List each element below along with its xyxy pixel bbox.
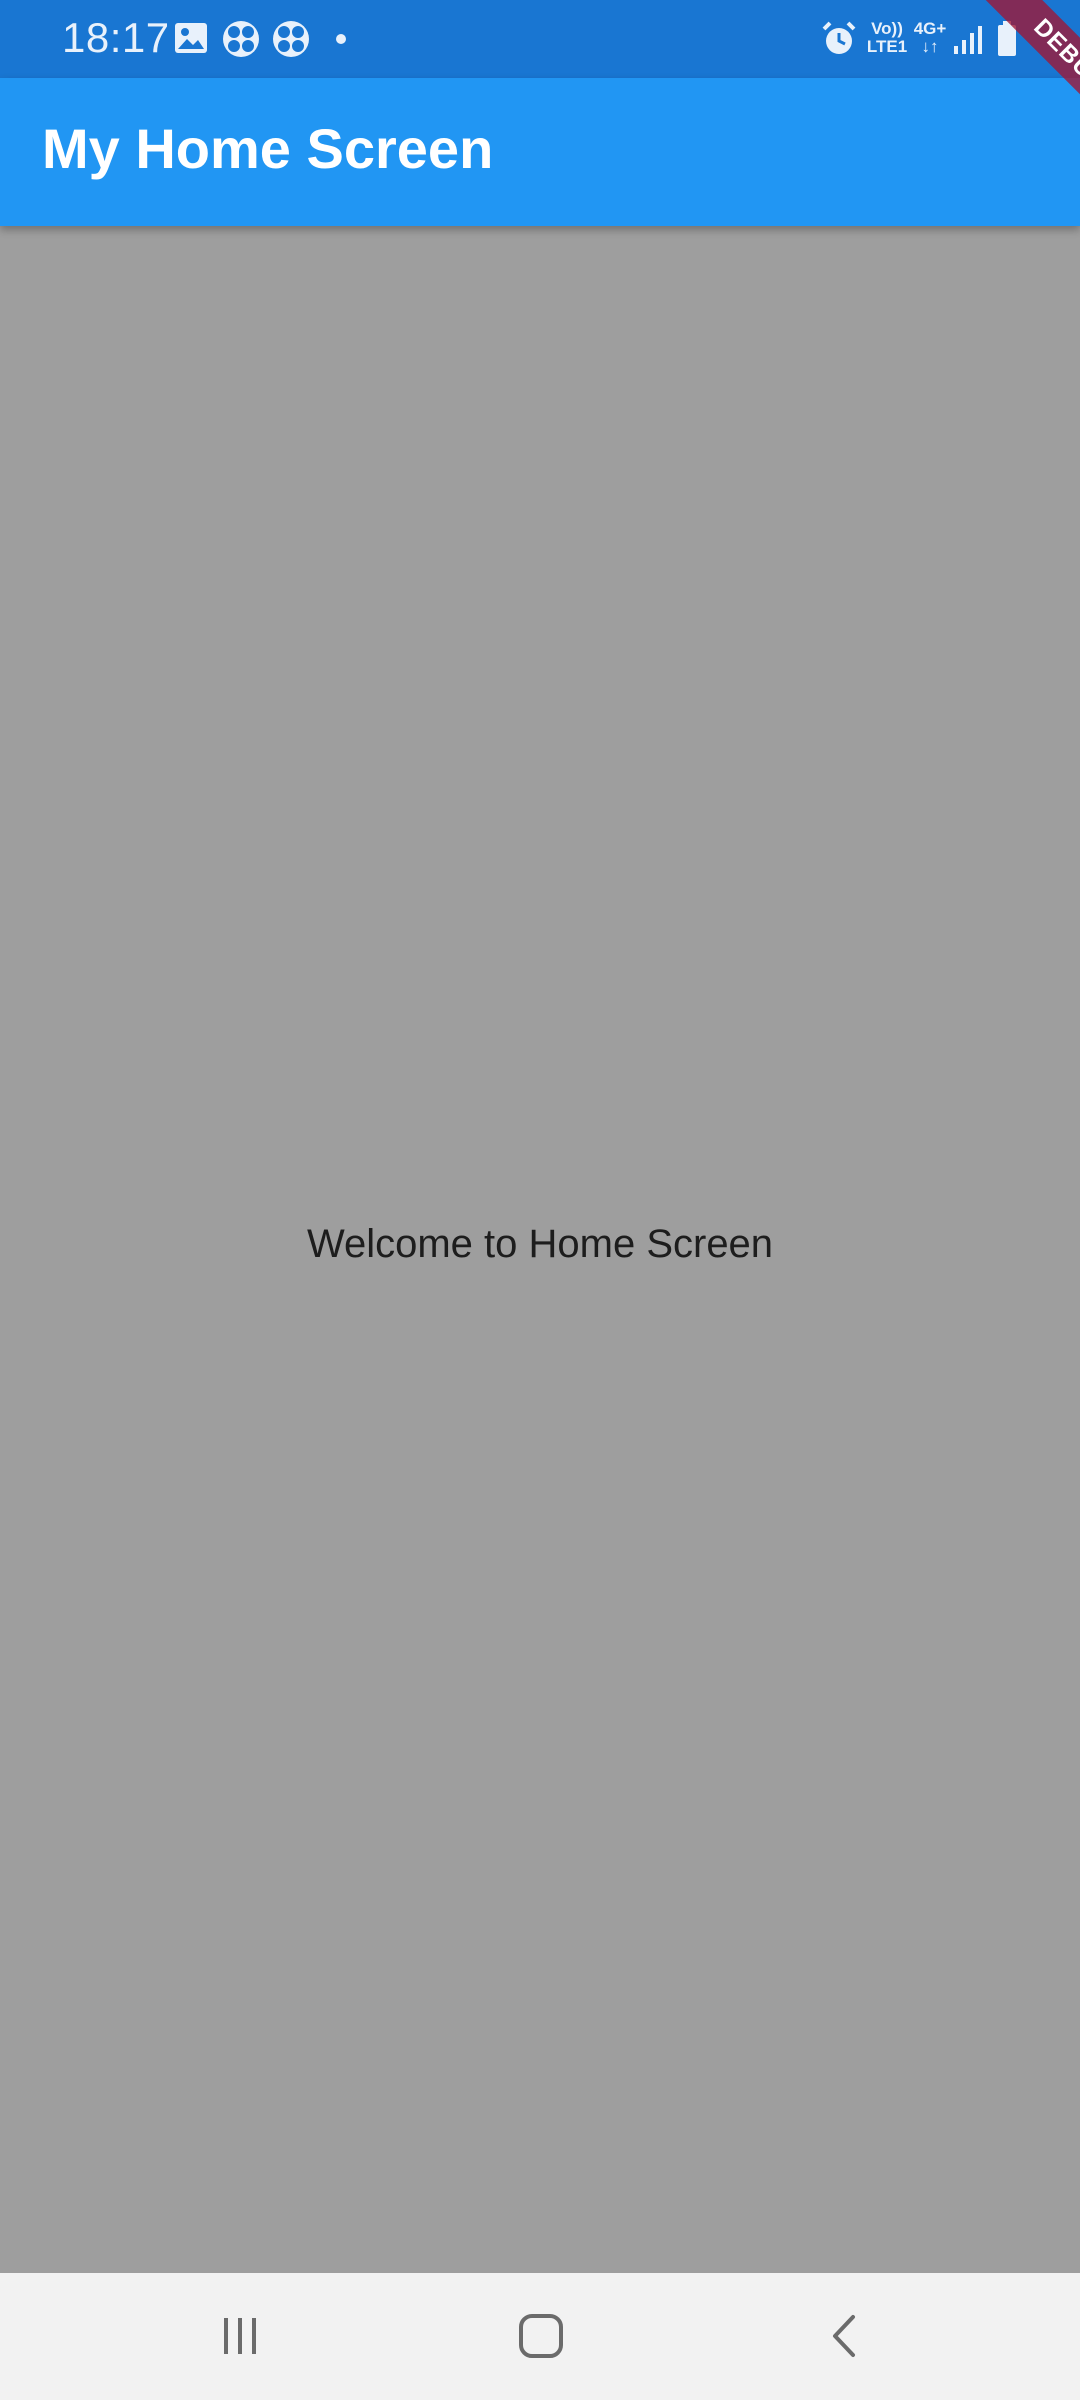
- notification-dot-icon: [336, 34, 346, 44]
- status-time: 18:17: [62, 14, 170, 61]
- battery-icon: [996, 20, 1018, 63]
- image-icon: [174, 22, 208, 59]
- alarm-icon: [820, 20, 858, 63]
- home-button[interactable]: [496, 2301, 586, 2371]
- pinwheel-icon: [222, 20, 260, 63]
- status-bar: 18:17 Vo)) LTE1 4G+ ↓↑: [0, 0, 1080, 78]
- recent-apps-icon: [224, 2318, 256, 2354]
- back-button[interactable]: [800, 2301, 890, 2371]
- recent-apps-button[interactable]: [195, 2301, 285, 2371]
- app-bar: My Home Screen: [0, 78, 1080, 226]
- app-screen: 18:17 Vo)) LTE1 4G+ ↓↑ My Home Screen We…: [0, 0, 1080, 2400]
- welcome-text: Welcome to Home Screen: [306, 1222, 774, 1266]
- pinwheel-icon: [272, 20, 310, 63]
- signal-icon: [952, 22, 986, 61]
- lte-label: LTE1: [866, 37, 908, 56]
- volte-label: Vo)): [871, 19, 903, 38]
- home-icon: [519, 2314, 563, 2358]
- data-icon: 4G+ ↓↑: [910, 20, 950, 56]
- 4g-label: 4G+: [913, 19, 947, 38]
- app-bar-title: My Home Screen: [42, 117, 494, 180]
- back-icon: [833, 2315, 855, 2357]
- volte-icon: Vo)) LTE1: [866, 20, 908, 56]
- system-nav-bar: [0, 2273, 1080, 2400]
- data-arrows-label: ↓↑: [921, 37, 939, 56]
